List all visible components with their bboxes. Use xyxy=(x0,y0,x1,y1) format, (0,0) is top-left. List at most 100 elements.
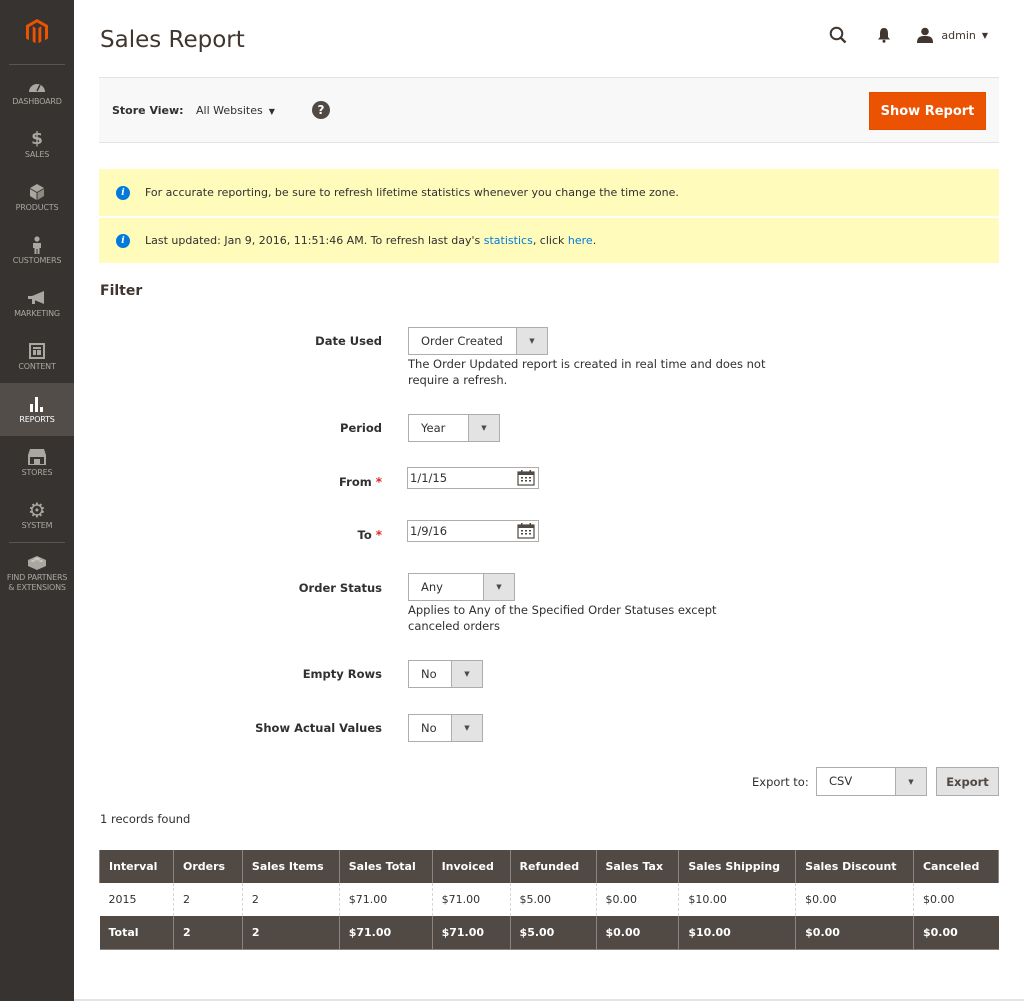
sidebar-item-stores[interactable]: Stores xyxy=(0,436,74,489)
table-row: 2015 2 2 $71.00 $71.00 $5.00 $0.00 $10.0… xyxy=(100,883,999,916)
totals-row: Total 2 2 $71.00 $71.00 $5.00 $0.00 $10.… xyxy=(99,916,999,950)
from-date-value: 1/1/15 xyxy=(410,471,448,485)
date-used-label: Date Used xyxy=(315,334,382,348)
bar-chart-icon xyxy=(29,395,45,413)
magento-logo-icon xyxy=(26,19,48,44)
layout-icon xyxy=(29,342,45,360)
cell-interval: 2015 xyxy=(108,893,137,906)
help-icon[interactable]: ? xyxy=(312,101,330,119)
select-value: Order Created xyxy=(421,334,503,348)
statistics-link[interactable]: statistics xyxy=(484,234,533,247)
sidebar-item-marketing[interactable]: Marketing xyxy=(0,277,74,330)
cell-refunded: $5.00 xyxy=(509,883,596,916)
from-date-input[interactable]: 1/1/15 xyxy=(407,467,539,489)
order-status-select[interactable]: Any ▼ xyxy=(408,573,515,601)
dashboard-gauge-icon xyxy=(28,77,46,95)
magento-logo[interactable] xyxy=(0,0,74,64)
message-text: Last updated: Jan 9, 2016, 11:51:46 AM. … xyxy=(145,234,597,247)
calendar-icon[interactable] xyxy=(517,523,535,539)
cell-sales-tax: $0.00 xyxy=(595,883,679,916)
order-status-label: Order Status xyxy=(298,581,382,595)
sidebar-item-sales[interactable]: $ Sales xyxy=(0,118,74,171)
column-header-sales-total[interactable]: Sales Total xyxy=(338,850,433,883)
column-header-sales-discount[interactable]: Sales Discount xyxy=(795,850,914,883)
user-menu[interactable]: admin ▼ xyxy=(917,27,988,43)
to-date-input[interactable]: 1/9/16 xyxy=(407,520,539,542)
total-label: Total xyxy=(99,916,174,950)
show-actual-values-label: Show Actual Values xyxy=(255,721,382,735)
calendar-icon[interactable] xyxy=(517,470,535,486)
chevron-down-icon: ▼ xyxy=(516,328,547,354)
cell-sales-items: 2 xyxy=(241,883,340,916)
empty-rows-select[interactable]: No ▼ xyxy=(408,660,483,688)
box-icon xyxy=(30,183,44,201)
total-orders: 2 xyxy=(172,916,243,950)
cell-canceled: $0.00 xyxy=(912,883,999,916)
sidebar-label: System xyxy=(21,520,53,530)
column-header-sales-shipping[interactable]: Sales Shipping xyxy=(678,850,797,883)
records-found: 1 records found xyxy=(100,812,191,826)
sidebar-label: Dashboard xyxy=(12,96,62,106)
refresh-here-link[interactable]: here xyxy=(568,234,593,247)
store-view-label: Store View: xyxy=(112,104,184,117)
sidebar-label: Customers xyxy=(12,255,62,265)
store-view-switcher[interactable]: All Websites ▼ xyxy=(196,104,275,117)
column-header-interval[interactable]: Interval xyxy=(99,850,174,883)
total-canceled: $0.00 xyxy=(912,916,999,950)
gear-icon: ⚙ xyxy=(28,497,46,522)
total-sales-total: $71.00 xyxy=(338,916,433,950)
user-icon xyxy=(917,27,934,43)
sidebar-item-reports[interactable]: Reports xyxy=(0,383,74,436)
username: admin xyxy=(941,28,976,42)
message-last-updated: i Last updated: Jan 9, 2016, 11:51:46 AM… xyxy=(99,216,999,263)
sidebar-item-dashboard[interactable]: Dashboard xyxy=(0,65,74,118)
search-icon[interactable] xyxy=(829,26,847,44)
sidebar-item-content[interactable]: Content xyxy=(0,330,74,383)
chevron-down-icon: ▼ xyxy=(895,768,926,795)
chevron-down-icon: ▼ xyxy=(468,415,499,441)
date-used-note: The Order Updated report is created in r… xyxy=(408,357,766,387)
sales-report-grid: Interval Orders Sales Items Sales Total … xyxy=(99,850,1000,950)
column-header-invoiced[interactable]: Invoiced xyxy=(431,850,511,883)
sidebar-item-system[interactable]: ⚙ System xyxy=(0,489,74,542)
sidebar-item-find-partners[interactable]: Find Partners & Extensions xyxy=(0,543,74,603)
export-to-label: Export to: xyxy=(752,775,809,789)
export-button[interactable]: Export xyxy=(936,767,999,796)
messages: i For accurate reporting, be sure to ref… xyxy=(99,169,999,263)
period-select[interactable]: Year ▼ xyxy=(408,414,500,442)
total-sales-items: 2 xyxy=(241,916,340,950)
chevron-down-icon: ▼ xyxy=(451,715,482,741)
show-report-button[interactable]: Show Report xyxy=(869,92,986,130)
sidebar-label: Content xyxy=(18,361,56,371)
sidebar-item-products[interactable]: Products xyxy=(0,171,74,224)
total-invoiced: $71.00 xyxy=(431,916,511,950)
select-value: CSV xyxy=(829,774,853,788)
column-header-sales-tax[interactable]: Sales Tax xyxy=(595,850,680,883)
cell-invoiced: $71.00 xyxy=(431,883,511,916)
storefront-icon xyxy=(28,448,46,466)
dollar-icon: $ xyxy=(31,128,43,149)
info-icon: i xyxy=(116,185,130,200)
admin-sidebar: Dashboard $ Sales Products Customers Mar… xyxy=(0,0,74,1001)
show-actual-values-select[interactable]: No ▼ xyxy=(408,714,483,742)
column-header-sales-items[interactable]: Sales Items xyxy=(241,850,340,883)
megaphone-icon xyxy=(28,289,46,307)
sidebar-item-customers[interactable]: Customers xyxy=(0,224,74,277)
header-actions: admin ▼ xyxy=(829,26,988,44)
page-title: Sales Report xyxy=(100,27,245,53)
chevron-down-icon: ▼ xyxy=(981,30,988,40)
export-format-select[interactable]: CSV ▼ xyxy=(816,767,927,796)
person-icon xyxy=(32,235,42,254)
column-header-canceled[interactable]: Canceled xyxy=(912,850,1000,883)
cell-sales-discount: $0.00 xyxy=(795,883,914,916)
sidebar-label: Marketing xyxy=(14,308,60,318)
period-label: Period xyxy=(340,421,382,435)
total-refunded: $5.00 xyxy=(509,916,596,950)
total-sales-shipping: $10.00 xyxy=(678,916,796,950)
sidebar-label: Sales xyxy=(24,149,50,159)
column-header-refunded[interactable]: Refunded xyxy=(509,850,597,883)
column-header-orders[interactable]: Orders xyxy=(172,850,243,883)
order-status-note: Applies to Any of the Specified Order St… xyxy=(408,603,717,633)
bell-icon[interactable] xyxy=(877,27,891,43)
date-used-select[interactable]: Order Created ▼ xyxy=(408,327,548,355)
